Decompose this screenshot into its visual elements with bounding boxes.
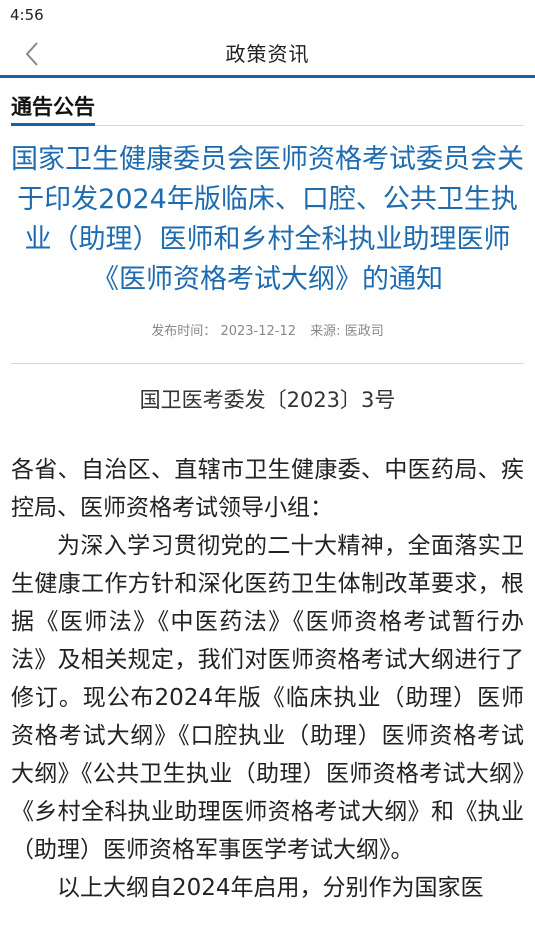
- page-title: 政策资讯: [225, 42, 310, 66]
- article-body: 各省、自治区、直辖市卫生健康委、中医药局、疾控局、医师资格考试领导小组： 为深入…: [11, 451, 524, 907]
- source-info: 来源: 医政司: [310, 324, 384, 339]
- nav-bar: 政策资讯: [0, 30, 535, 78]
- paragraph-main: 为深入学习贯彻党的二十大精神，全面落实卫生健康工作方针和深化医药卫生体制改革要求…: [11, 533, 524, 863]
- meta-divider: [11, 363, 524, 364]
- chevron-left-icon: [25, 42, 38, 66]
- article-content: 通告公告 国家卫生健康委员会医师资格考试委员会关于印发2024年版临床、口腔、公…: [0, 78, 535, 907]
- paragraph-salutation: 各省、自治区、直辖市卫生健康委、中医药局、疾控局、医师资格考试领导小组：: [11, 457, 524, 521]
- status-bar: 4:56: [0, 0, 535, 30]
- status-time: 4:56: [10, 6, 44, 24]
- publish-date: 2023-12-12: [220, 324, 297, 339]
- publish-info: 发布时间： 2023-12-12: [151, 324, 296, 339]
- source-label: 来源:: [310, 324, 341, 339]
- back-button[interactable]: [18, 40, 46, 68]
- source-value: 医政司: [344, 324, 384, 339]
- category-label: 通告公告: [11, 91, 95, 126]
- article-meta: 发布时间： 2023-12-12 来源: 医政司: [11, 320, 524, 339]
- publish-label: 发布时间：: [151, 324, 217, 339]
- paragraph-continued: 以上大纲自2024年启用，分别作为国家医: [57, 875, 484, 901]
- article-title: 国家卫生健康委员会医师资格考试委员会关于印发2024年版临床、口腔、公共卫生执业…: [11, 144, 524, 295]
- document-number: 国卫医考委发〔2023〕3号: [139, 388, 396, 412]
